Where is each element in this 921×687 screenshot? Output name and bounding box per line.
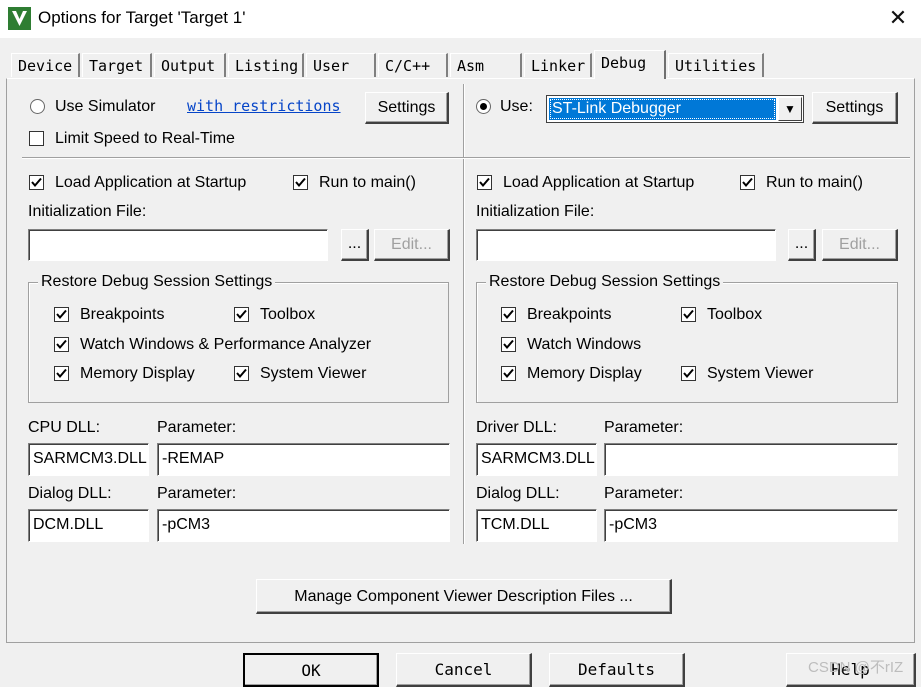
debugger-settings-button[interactable]: Settings — [812, 92, 898, 124]
app-icon — [8, 7, 31, 30]
tab-linker[interactable]: Linker — [524, 53, 592, 77]
checkmark-icon — [503, 368, 514, 379]
left-system-viewer-label: System Viewer — [260, 365, 367, 382]
checkmark-icon — [479, 177, 490, 188]
manage-component-viewer-button[interactable]: Manage Component Viewer Description File… — [256, 579, 672, 614]
right-driver-param-input[interactable] — [604, 443, 898, 476]
checkmark-icon — [56, 309, 67, 320]
checkmark-icon — [503, 339, 514, 350]
left-init-file-label: Initialization File: — [28, 203, 147, 220]
left-toolbox-checkbox[interactable] — [234, 307, 249, 322]
checkmark-icon — [56, 339, 67, 350]
tab-utilities[interactable]: Utilities — [668, 53, 764, 77]
right-run-to-main-label: Run to main() — [766, 174, 863, 191]
chevron-down-icon[interactable]: ▼ — [778, 97, 802, 121]
left-dialog-param-label: Parameter: — [157, 485, 237, 502]
checkmark-icon — [683, 368, 694, 379]
right-restore-group-title: Restore Debug Session Settings — [486, 273, 724, 291]
right-driver-dll-label: Driver DLL: — [476, 419, 557, 436]
right-system-viewer-checkbox[interactable] — [681, 366, 696, 381]
right-dialog-dll-input[interactable]: TCM.DLL — [476, 509, 597, 542]
close-icon[interactable]: ✕ — [880, 4, 916, 34]
checkmark-icon — [295, 177, 306, 188]
checkmark-icon — [742, 177, 753, 188]
left-cpu-dll-input[interactable]: SARMCM3.DLL — [28, 443, 149, 476]
limit-speed-label: Limit Speed to Real-Time — [55, 130, 235, 147]
right-watch-windows-checkbox[interactable] — [501, 337, 516, 352]
left-browse-button[interactable]: ... — [341, 229, 369, 261]
watermark: CSDN @不rIZ — [808, 659, 904, 676]
tab-target[interactable]: Target — [82, 53, 152, 77]
right-load-app-label: Load Application at Startup — [503, 174, 695, 191]
ok-button[interactable]: OK — [243, 653, 379, 687]
debugger-select-value[interactable]: ST-Link Debugger — [549, 98, 776, 120]
left-cpu-param-input[interactable]: -REMAP — [157, 443, 450, 476]
right-watch-windows-label: Watch Windows — [527, 336, 642, 353]
left-breakpoints-checkbox[interactable] — [54, 307, 69, 322]
tab-output[interactable]: Output — [154, 53, 226, 77]
right-breakpoints-label: Breakpoints — [527, 306, 612, 323]
limit-speed-checkbox[interactable] — [29, 131, 44, 146]
left-edit-button[interactable]: Edit... — [374, 229, 450, 261]
left-watch-windows-label: Watch Windows & Performance Analyzer — [80, 336, 372, 353]
window-title: Options for Target 'Target 1' — [38, 8, 246, 27]
left-toolbox-label: Toolbox — [260, 306, 316, 323]
right-dialog-param-label: Parameter: — [604, 485, 684, 502]
checkmark-icon — [31, 177, 42, 188]
right-init-file-input[interactable] — [476, 229, 776, 261]
left-watch-windows-checkbox[interactable] — [54, 337, 69, 352]
left-init-file-input[interactable] — [28, 229, 328, 261]
use-debugger-radio[interactable] — [476, 99, 491, 114]
checkmark-icon — [683, 309, 694, 320]
right-run-to-main-checkbox[interactable] — [740, 175, 755, 190]
right-load-app-checkbox[interactable] — [477, 175, 492, 190]
tab-debug[interactable]: Debug — [594, 50, 666, 79]
right-toolbox-checkbox[interactable] — [681, 307, 696, 322]
left-dialog-param-input[interactable]: -pCM3 — [157, 509, 450, 542]
tab-cpp[interactable]: C/C++ — [378, 53, 448, 77]
left-system-viewer-checkbox[interactable] — [234, 366, 249, 381]
left-load-app-checkbox[interactable] — [29, 175, 44, 190]
left-memory-display-checkbox[interactable] — [54, 366, 69, 381]
left-run-to-main-checkbox[interactable] — [293, 175, 308, 190]
left-run-to-main-label: Run to main() — [319, 174, 416, 191]
checkmark-icon — [236, 309, 247, 320]
tab-listing[interactable]: Listing — [228, 53, 304, 77]
with-restrictions-link[interactable]: with restrictions — [187, 97, 341, 115]
tab-user[interactable]: User — [306, 53, 376, 77]
checkmark-icon — [56, 368, 67, 379]
left-dialog-dll-input[interactable]: DCM.DLL — [28, 509, 149, 542]
column-divider — [463, 84, 465, 544]
use-simulator-label: Use Simulator — [55, 98, 156, 115]
right-driver-param-label: Parameter: — [604, 419, 684, 436]
right-dialog-dll-label: Dialog DLL: — [476, 485, 560, 502]
section-divider — [22, 157, 910, 159]
left-restore-group-title: Restore Debug Session Settings — [38, 273, 276, 291]
checkmark-icon — [503, 309, 514, 320]
use-simulator-radio[interactable] — [30, 99, 45, 114]
right-memory-display-label: Memory Display — [527, 365, 642, 382]
left-cpu-param-label: Parameter: — [157, 419, 237, 436]
cancel-button[interactable]: Cancel — [396, 653, 532, 687]
right-driver-dll-input[interactable]: SARMCM3.DLL — [476, 443, 597, 476]
left-load-app-label: Load Application at Startup — [55, 174, 247, 191]
left-breakpoints-label: Breakpoints — [80, 306, 165, 323]
right-breakpoints-checkbox[interactable] — [501, 307, 516, 322]
checkmark-icon — [236, 368, 247, 379]
right-toolbox-label: Toolbox — [707, 306, 763, 323]
tab-asm[interactable]: Asm — [450, 53, 522, 77]
defaults-button[interactable]: Defaults — [549, 653, 685, 687]
simulator-settings-button[interactable]: Settings — [365, 92, 449, 124]
use-label: Use: — [500, 98, 533, 115]
right-system-viewer-label: System Viewer — [707, 365, 814, 382]
tab-device[interactable]: Device — [11, 53, 80, 77]
right-memory-display-checkbox[interactable] — [501, 366, 516, 381]
left-dialog-dll-label: Dialog DLL: — [28, 485, 112, 502]
right-dialog-param-input[interactable]: -pCM3 — [604, 509, 898, 542]
left-cpu-dll-label: CPU DLL: — [28, 419, 101, 436]
right-edit-button[interactable]: Edit... — [822, 229, 898, 261]
left-memory-display-label: Memory Display — [80, 365, 195, 382]
right-init-file-label: Initialization File: — [476, 203, 595, 220]
right-browse-button[interactable]: ... — [788, 229, 816, 261]
